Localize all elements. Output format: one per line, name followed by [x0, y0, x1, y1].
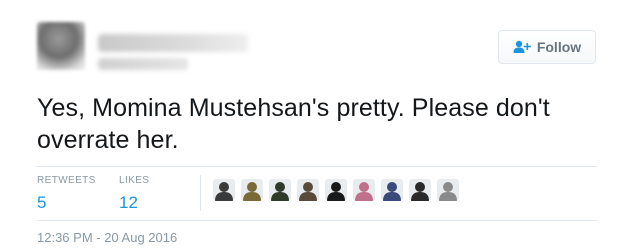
follow-label: Follow [536, 39, 582, 55]
liker-avatar-7[interactable] [381, 179, 403, 201]
follow-button[interactable]: Follow [498, 30, 596, 64]
liker-avatar-8[interactable] [409, 179, 431, 201]
likes-stat[interactable]: LIKES 12 [119, 175, 149, 214]
liker-avatars [213, 179, 459, 201]
likes-count[interactable]: 12 [119, 192, 149, 214]
user-display-name-redacted[interactable] [98, 34, 248, 52]
tweet-text: Yes, Momina Mustehsan's pretty. Please d… [37, 92, 607, 156]
stats-separator [200, 175, 201, 211]
likes-label: LIKES [119, 175, 150, 186]
liker-avatar-9[interactable] [437, 179, 459, 201]
retweets-stat[interactable]: RETWEETS 5 [37, 175, 96, 214]
divider-bottom [37, 220, 597, 221]
tweet-text-line-1: Yes, Momina Mustehsan's pretty. Please d… [37, 94, 550, 122]
tweet-timestamp[interactable]: 12:36 PM - 20 Aug 2016 [37, 230, 177, 246]
retweets-label: RETWEETS [37, 175, 96, 186]
divider-top [37, 166, 597, 167]
tweet-card: Follow Yes, Momina Mustehsan's pretty. P… [0, 0, 627, 251]
liker-avatar-3[interactable] [269, 179, 291, 201]
user-avatar[interactable] [37, 22, 85, 70]
user-handle-redacted[interactable] [98, 58, 188, 70]
liker-avatar-2[interactable] [241, 179, 263, 201]
liker-avatar-1[interactable] [213, 179, 235, 201]
tweet-text-line-2: overrate her. [37, 126, 179, 154]
liker-avatar-6[interactable] [353, 179, 375, 201]
retweets-count[interactable]: 5 [37, 192, 96, 214]
liker-avatar-5[interactable] [325, 179, 347, 201]
add-user-icon [513, 40, 531, 54]
liker-avatar-4[interactable] [297, 179, 319, 201]
